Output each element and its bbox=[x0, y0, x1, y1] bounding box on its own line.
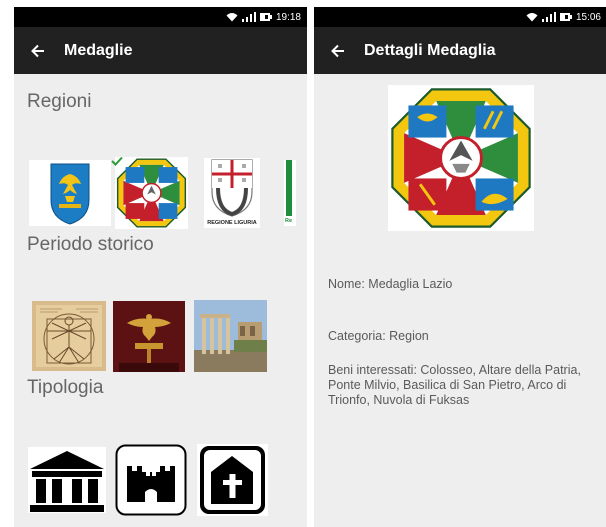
page-title: Medaglie bbox=[64, 41, 133, 59]
medal-image bbox=[388, 85, 534, 231]
type-church[interactable] bbox=[197, 444, 268, 516]
medal-lazio[interactable] bbox=[115, 157, 188, 229]
app-bar: Medaglie bbox=[14, 27, 307, 74]
lazio-coat-of-arms bbox=[116, 158, 187, 228]
medals-screen: 19:18 Medaglie Regioni REGIONE LIGURIA R… bbox=[14, 7, 307, 527]
type-castle[interactable] bbox=[115, 444, 187, 516]
battery-icon bbox=[259, 13, 272, 21]
roman-forum-image bbox=[194, 300, 267, 372]
vitruvian-man-image bbox=[32, 301, 106, 371]
checkmark-icon bbox=[111, 156, 123, 166]
wifi-icon bbox=[526, 13, 538, 22]
medal-category: Categoria: Region bbox=[328, 329, 429, 343]
friuli-coat-of-arms bbox=[50, 163, 90, 225]
status-bar: 15:06 bbox=[314, 7, 606, 27]
lazio-coat-of-arms bbox=[391, 88, 531, 228]
medal-details-screen: 15:06 Dettagli Medaglia Nome: Medaglia L… bbox=[314, 7, 606, 527]
medal-assets: Beni interessati: Colosseo, Altare della… bbox=[328, 363, 581, 407]
medal-name: Nome: Medaglia Lazio bbox=[328, 277, 453, 291]
period-renaissance[interactable] bbox=[32, 301, 106, 371]
section-title-period: Periodo storico bbox=[27, 234, 154, 255]
app-bar: Dettagli Medaglia bbox=[314, 27, 606, 74]
section-title-regions: Regioni bbox=[27, 91, 92, 112]
roman-eagle-image bbox=[113, 301, 185, 372]
period-ancient-rome[interactable] bbox=[194, 300, 267, 372]
medal-friuli[interactable] bbox=[29, 160, 111, 226]
battery-icon bbox=[559, 13, 572, 21]
partial-stripe bbox=[286, 160, 292, 216]
church-icon bbox=[200, 446, 265, 514]
period-roman-empire[interactable] bbox=[113, 301, 185, 372]
type-museum[interactable] bbox=[28, 447, 106, 513]
status-time: 19:18 bbox=[275, 11, 301, 23]
status-time: 15:06 bbox=[575, 11, 601, 23]
back-button[interactable] bbox=[14, 27, 62, 74]
castle-icon bbox=[115, 444, 187, 516]
museum-icon bbox=[30, 451, 104, 512]
back-arrow-icon bbox=[31, 44, 44, 57]
status-bar: 19:18 bbox=[14, 7, 307, 27]
signal-icon bbox=[541, 12, 556, 22]
liguria-coat-of-arms bbox=[211, 159, 253, 217]
back-arrow-icon bbox=[331, 44, 344, 57]
section-title-type: Tipologia bbox=[27, 377, 104, 398]
signal-icon bbox=[241, 12, 256, 22]
medal-liguria[interactable]: REGIONE LIGURIA bbox=[204, 158, 260, 228]
page-title: Dettagli Medaglia bbox=[364, 41, 496, 59]
medal-partial[interactable]: Re bbox=[284, 160, 296, 226]
wifi-icon bbox=[226, 13, 238, 22]
liguria-caption: REGIONE LIGURIA bbox=[207, 220, 257, 226]
partial-caption: Re bbox=[285, 218, 293, 224]
back-button[interactable] bbox=[314, 27, 362, 74]
